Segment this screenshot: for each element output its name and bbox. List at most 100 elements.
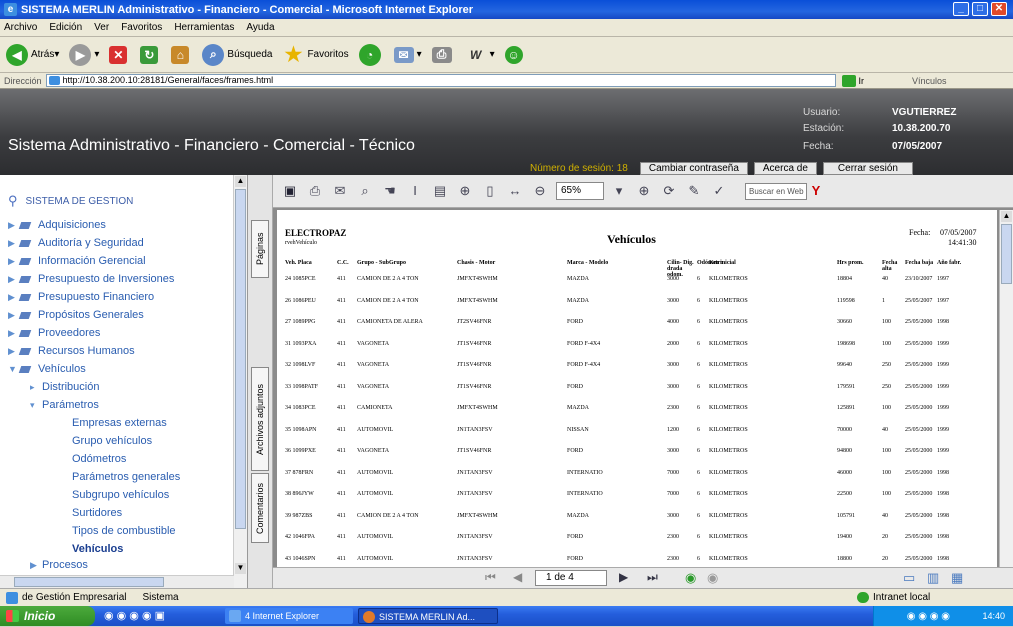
taskbar-ie-group[interactable]: 4 Internet Explorer [225, 608, 353, 624]
sidebar-item-grupo-vehiculos[interactable]: Grupo vehículos [72, 435, 152, 447]
logout-button[interactable]: Cerrar sesión [822, 161, 913, 175]
sign-icon[interactable]: ✎ [685, 182, 703, 200]
find-icon[interactable]: ⌕ [356, 182, 374, 200]
go-arrow-icon[interactable] [841, 74, 856, 87]
refresh-button[interactable]: ↻ [140, 45, 161, 64]
zoom-dropdown-icon[interactable]: ▾ [610, 182, 628, 200]
messenger-button[interactable]: ☺ [504, 45, 526, 64]
sidebar-item-tipos-combustible[interactable]: Tipos de combustible [72, 525, 176, 537]
menu-ver[interactable]: Ver [94, 22, 109, 33]
sidebar-horizontal-scrollbar[interactable] [0, 575, 234, 588]
snapshot-icon[interactable]: ▤ [431, 182, 449, 200]
menu-favoritos[interactable]: Favoritos [121, 22, 162, 33]
table-cell: 1 [882, 297, 885, 304]
previous-view-icon[interactable]: ◉ [685, 570, 696, 586]
scroll-thumb[interactable] [1001, 224, 1012, 284]
hand-tool-icon[interactable]: ☚ [381, 182, 399, 200]
start-button[interactable]: Inicio [0, 606, 95, 626]
menu-herramientas[interactable]: Herramientas [174, 22, 234, 33]
sidebar-item-propositos-generales[interactable]: ▶ Propósitos Generales [8, 309, 144, 321]
zoom-out-icon[interactable]: ⊖ [531, 182, 549, 200]
last-page-icon[interactable]: ⏭ [647, 570, 658, 585]
scroll-down-icon[interactable]: ▼ [235, 563, 246, 574]
mail-button[interactable]: ✉ ▾ [393, 46, 422, 63]
single-page-icon[interactable]: ▭ [903, 570, 915, 586]
tab-archivos-adjuntos[interactable]: Archivos adjuntos [251, 367, 269, 471]
maximize-button[interactable]: □ [972, 2, 988, 16]
back-button[interactable]: ◀ Atrás ▾ [6, 43, 59, 66]
about-button[interactable]: Acerca de [753, 161, 817, 175]
page-number-input[interactable]: 1 de 4 [535, 570, 607, 586]
sidebar-item-vehiculos[interactable]: ▼ Vehículos [8, 363, 86, 375]
continuous-icon[interactable]: ▥ [927, 570, 939, 586]
stop-button[interactable]: ✕ [109, 45, 130, 64]
next-page-icon[interactable]: ▶ [619, 570, 628, 584]
email-icon[interactable]: ✉ [331, 182, 349, 200]
zoom-in-plus-icon[interactable]: ⊕ [635, 182, 653, 200]
menu-ayuda[interactable]: Ayuda [246, 22, 274, 33]
tray-icons[interactable]: ◉ ◉ ◉ ◉ [907, 611, 950, 622]
hscroll-thumb[interactable] [14, 577, 164, 587]
sidebar-item-distribucion[interactable]: ▸ Distribución [30, 381, 99, 393]
sidebar-item-procesos[interactable]: ▶ Procesos [30, 559, 88, 571]
minimize-button[interactable]: _ [953, 2, 969, 16]
tab-comentarios[interactable]: Comentarios [251, 473, 269, 543]
sidebar-item-parametros[interactable]: ▾ Parámetros [30, 399, 99, 411]
save-icon[interactable]: ▣ [281, 182, 299, 200]
table-cell: KILOMETROS [709, 555, 748, 562]
next-view-icon[interactable]: ◉ [707, 570, 718, 586]
rotate-icon[interactable]: ⟳ [660, 182, 678, 200]
zoom-input[interactable]: 65% [556, 182, 604, 200]
system-tray: ◉ ◉ ◉ ◉ 14:40 [873, 606, 1013, 626]
close-button[interactable]: ✕ [991, 2, 1007, 16]
menu-archivo[interactable]: Archivo [4, 22, 37, 33]
zoom-in-icon[interactable]: ⊕ [456, 182, 474, 200]
prev-page-icon[interactable]: ◀ [513, 570, 522, 584]
links-button[interactable]: Vínculos [912, 76, 947, 86]
sidebar-item-presupuesto-financiero[interactable]: ▶ Presupuesto Financiero [8, 291, 154, 303]
first-page-icon[interactable]: ⏮ [485, 570, 496, 585]
address-input[interactable]: http://10.38.200.10:28181/General/faces/… [45, 74, 836, 87]
sidebar-item-auditoria[interactable]: ▶ Auditoría y Seguridad [8, 237, 144, 249]
scroll-thumb[interactable] [235, 189, 246, 529]
report-vertical-scrollbar[interactable]: ▲ [999, 210, 1013, 567]
facing-icon[interactable]: ▦ [951, 570, 963, 586]
table-cell: 411 [337, 512, 346, 519]
sidebar-item-informacion-gerencial[interactable]: ▶ Información Gerencial [8, 255, 146, 267]
sidebar-item-subgrupo-vehiculos[interactable]: Subgrupo vehículos [72, 489, 169, 501]
sidebar-item-odometros[interactable]: Odómetros [72, 453, 126, 465]
viewer-toolbar: ▣ ⎙ ✉ ⌕ ☚ I ▤ ⊕ ▯ ↔ ⊖ 65% ▾ ⊕ ⟳ ✎ ✓ Busc… [273, 175, 1013, 208]
fit-page-icon[interactable]: ▯ [481, 182, 499, 200]
sidebar-item-empresas-externas[interactable]: Empresas externas [72, 417, 167, 429]
sidebar-item-parametros-generales[interactable]: Parámetros generales [72, 471, 180, 483]
sidebar-item-surtidores[interactable]: Surtidores [72, 507, 122, 519]
forward-button[interactable]: ▶ ▾ [69, 43, 99, 66]
scroll-up-icon[interactable]: ▲ [1001, 211, 1012, 222]
home-button[interactable]: ⌂ [171, 45, 192, 64]
yahoo-icon[interactable]: Y [807, 182, 825, 200]
quick-launch-icons[interactable]: ◉ ◉ ◉ ◉ ▣ [104, 609, 165, 622]
taskbar-merlin-window[interactable]: SISTEMA MERLIN Ad... [358, 608, 498, 624]
favorites-button[interactable]: ★ Favoritos [282, 44, 348, 66]
web-search-input[interactable]: Buscar en Web [745, 182, 807, 200]
change-password-button[interactable]: Cambiar contraseña [639, 161, 748, 175]
go-button[interactable]: Ir [859, 76, 865, 86]
select-text-icon[interactable]: I [406, 182, 424, 200]
print-icon[interactable]: ⎙ [306, 182, 324, 200]
sidebar-item-vehiculos-selected[interactable]: Vehículos [72, 543, 123, 555]
sidebar-item-proveedores[interactable]: ▶ Proveedores [8, 327, 100, 339]
table-cell: MAZDA [567, 512, 589, 519]
print-button[interactable]: ⎙ [431, 46, 455, 63]
tab-paginas[interactable]: Páginas [251, 220, 269, 278]
sidebar-item-adquisiciones[interactable]: ▶ Adquisiciones [8, 219, 106, 231]
history-button[interactable]: ◔ [358, 43, 384, 66]
menu-edicion[interactable]: Edición [49, 22, 82, 33]
fit-width-icon[interactable]: ↔ [506, 182, 524, 200]
review-icon[interactable]: ✓ [710, 182, 728, 200]
sidebar-item-presupuesto-inversiones[interactable]: ▶ Presupuesto de Inversiones [8, 273, 174, 285]
sidebar-item-recursos-humanos[interactable]: ▶ Recursos Humanos [8, 345, 135, 357]
sidebar-vertical-scrollbar[interactable]: ▲ ▼ [233, 175, 247, 588]
word-button[interactable]: W ▾ [465, 44, 495, 66]
search-button[interactable]: ⌕ Búsqueda [202, 43, 272, 66]
scroll-up-icon[interactable]: ▲ [235, 176, 246, 187]
